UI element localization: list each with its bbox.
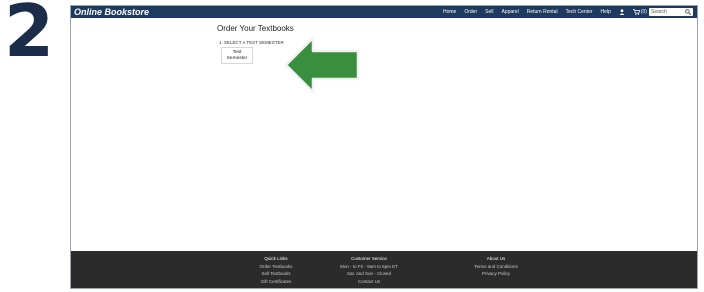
arrow-icon (284, 36, 360, 94)
footer-quick-links: Quick Links Order Textbooks Sell Textboo… (236, 255, 316, 285)
footer-about: About Us Terms and Conditions Privacy Po… (456, 255, 536, 278)
search-input[interactable]: Search (649, 8, 693, 16)
footer-heading: Quick Links (264, 256, 288, 261)
nav-sell[interactable]: Sell (485, 9, 493, 15)
browser-frame: Online Bookstore Home Order Sell Apparel… (70, 5, 698, 289)
footer-link[interactable]: Order Textbooks (236, 263, 316, 271)
footer: Quick Links Order Textbooks Sell Textboo… (71, 251, 697, 288)
cart-button[interactable]: (0) (632, 9, 647, 15)
footer-link[interactable]: Terms and Conditions (456, 263, 536, 271)
nav-apparel[interactable]: Apparel (501, 9, 518, 15)
footer-hours: Mon - to Fri - 9am to 5pm ET (340, 263, 398, 269)
footer-link[interactable]: Gift Certificates (236, 278, 316, 286)
footer-link[interactable]: Privacy Policy (456, 270, 536, 278)
nav-return-rental[interactable]: Return Rental (527, 9, 558, 15)
semester-line2: Semester (226, 55, 248, 61)
search-icon (685, 9, 691, 15)
footer-hours: Sat. and Sun - Closed (346, 271, 392, 276)
cart-icon (632, 9, 640, 15)
step-number: 2 (4, 0, 55, 73)
footer-heading: Customer Service (351, 256, 387, 261)
nav-tech-center[interactable]: Tech Center (566, 9, 593, 15)
footer-link[interactable]: Contact Us (324, 278, 414, 286)
footer-link[interactable]: Sell Textbooks (236, 270, 316, 278)
footer-heading: About Us (486, 256, 506, 261)
footer-customer-service: Customer Service Mon - to Fri - 9am to 5… (324, 255, 414, 285)
nav-home[interactable]: Home (443, 9, 456, 15)
nav-links: Home Order Sell Apparel Return Rental Te… (443, 6, 647, 18)
cart-count: (0) (640, 9, 647, 15)
user-icon[interactable] (619, 9, 625, 15)
semester-option-button[interactable]: Test Semester (221, 47, 253, 64)
nav-help[interactable]: Help (601, 9, 611, 15)
step-label: 1. SELECT A TEST SEMESTER (219, 40, 284, 45)
nav-order[interactable]: Order (464, 9, 477, 15)
search-placeholder: Search (651, 9, 667, 15)
navbar: Online Bookstore Home Order Sell Apparel… (71, 6, 697, 18)
brand-logo[interactable]: Online Bookstore (74, 6, 149, 18)
